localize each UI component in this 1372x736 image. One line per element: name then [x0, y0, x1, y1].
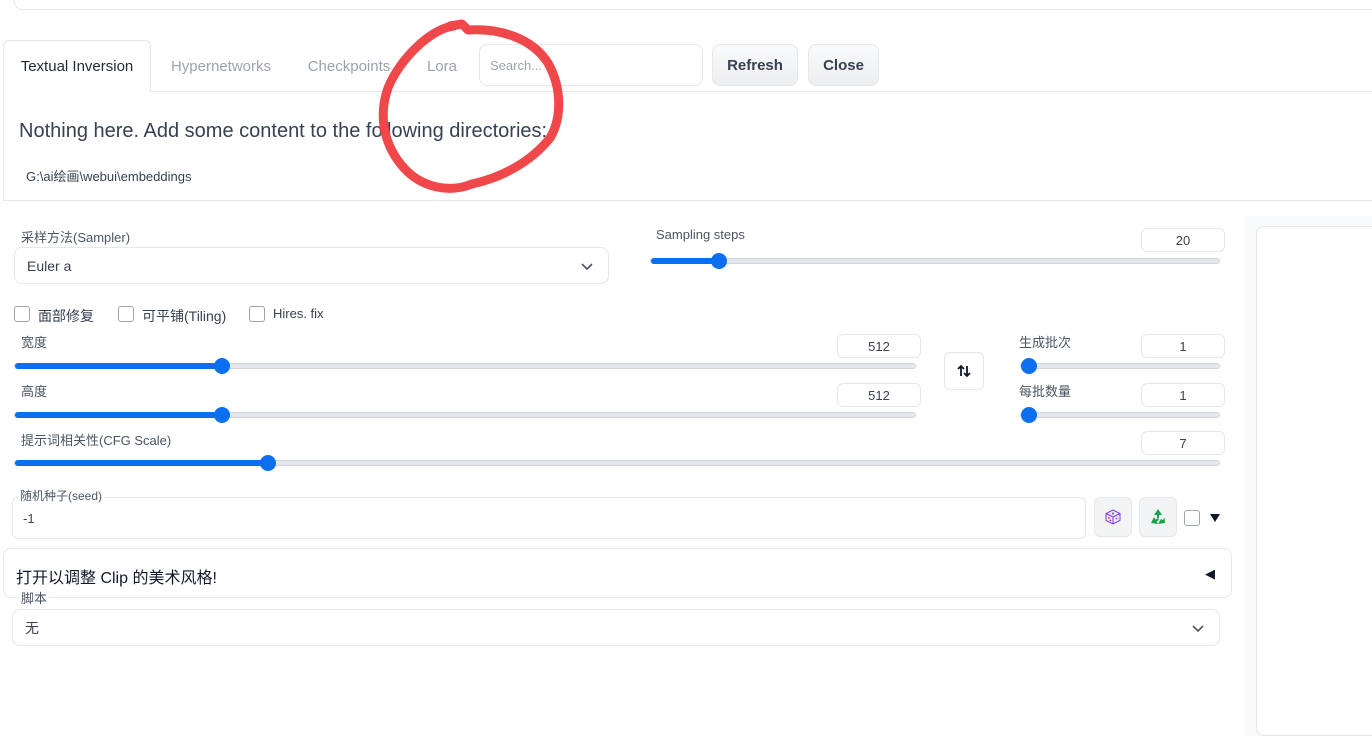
slider-thumb[interactable] [1021, 407, 1037, 423]
reuse-seed-button[interactable] [1139, 497, 1177, 537]
swap-dimensions-button[interactable] [944, 352, 984, 390]
chevron-down-icon [581, 262, 593, 270]
seed-extra-checkbox[interactable] [1184, 510, 1200, 526]
batch-size-slider[interactable] [1020, 407, 1220, 423]
width-input[interactable] [837, 334, 921, 358]
refresh-button[interactable]: Refresh [712, 44, 798, 86]
output-gallery [1256, 226, 1372, 736]
height-input[interactable] [837, 383, 921, 407]
close-button[interactable]: Close [808, 44, 879, 86]
random-seed-button[interactable] [1094, 497, 1132, 537]
sampling-steps-label: Sampling steps [656, 227, 745, 242]
cfg-scale-label: 提示词相关性(CFG Scale) [21, 433, 172, 448]
sampling-steps-slider[interactable] [650, 253, 1220, 269]
slider-thumb[interactable] [214, 407, 230, 423]
sampler-value: Euler a [27, 257, 72, 274]
slider-fill [15, 363, 222, 369]
top-panel-edge [14, 0, 1372, 10]
slider-fill [15, 412, 222, 418]
script-value: 无 [25, 619, 39, 636]
sampler-select[interactable]: Euler a [14, 247, 609, 284]
slider-thumb[interactable] [214, 358, 230, 374]
chevron-down-icon [1192, 624, 1204, 632]
directory-path: G:\ai绘画\webui\embeddings [26, 169, 192, 184]
batch-count-slider[interactable] [1020, 358, 1220, 374]
slider-thumb[interactable] [1021, 358, 1037, 374]
tab-hypernetworks[interactable]: Hypernetworks [152, 40, 290, 92]
triangle-left-icon: ◀ [1205, 566, 1215, 581]
batch-count-label: 生成批次 [1019, 335, 1072, 350]
recycle-icon [1151, 509, 1165, 524]
red-circle-annotation [378, 19, 564, 193]
swap-dimensions-icon [957, 364, 971, 378]
face-restore-checkbox[interactable] [14, 306, 30, 322]
hires-fix-checkbox[interactable] [249, 306, 265, 322]
batch-count-input[interactable] [1141, 334, 1225, 358]
height-label: 高度 [21, 384, 48, 399]
dice-icon [1105, 509, 1121, 525]
slider-thumb[interactable] [711, 253, 728, 269]
slider-thumb[interactable] [259, 455, 276, 471]
batch-size-label: 每批数量 [1019, 384, 1072, 399]
sampler-label: 采样方法(Sampler) [21, 230, 131, 245]
seed-label: 随机种子(seed) [18, 487, 105, 504]
tiling-label: 可平铺(Tiling) [142, 308, 227, 324]
face-restore-label: 面部修复 [38, 308, 94, 324]
triangle-down-icon[interactable] [1209, 512, 1221, 524]
clip-accordion-label: 打开以调整 Clip 的美术风格! [16, 570, 217, 587]
clip-style-accordion[interactable]: 打开以调整 Clip 的美术风格! ◀ [3, 548, 1232, 598]
height-slider[interactable] [14, 407, 916, 423]
cfg-scale-slider[interactable] [14, 455, 1220, 471]
cfg-scale-input[interactable] [1141, 431, 1225, 455]
batch-size-input[interactable] [1141, 383, 1225, 407]
tiling-checkbox[interactable] [118, 306, 134, 322]
tab-textual-inversion[interactable]: Textual Inversion [3, 40, 151, 92]
width-label: 宽度 [21, 335, 48, 350]
hires-fix-label: Hires. fix [273, 306, 324, 321]
slider-fill [651, 258, 720, 264]
width-slider[interactable] [14, 358, 916, 374]
seed-input[interactable] [12, 497, 1086, 539]
slider-fill [15, 460, 268, 466]
sampling-steps-input[interactable] [1141, 228, 1225, 252]
extra-networks-panel [3, 91, 1372, 201]
script-label: 脚本 [19, 588, 50, 607]
script-select[interactable]: 无 [12, 609, 1220, 646]
